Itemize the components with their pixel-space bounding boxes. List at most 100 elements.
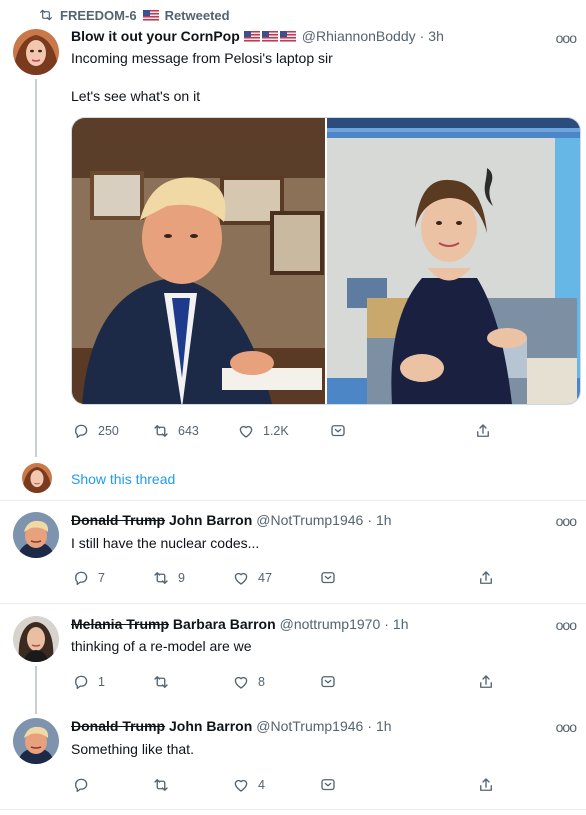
author-name[interactable]: Blow it out your CornPop (71, 28, 240, 44)
dot-separator: · (384, 616, 389, 632)
retweet-count: 643 (178, 424, 199, 438)
us-flag-icon (244, 31, 260, 42)
share-icon (477, 673, 495, 691)
bookmark-button[interactable] (319, 569, 477, 587)
retweet-icon (152, 776, 170, 794)
reply-count: 7 (98, 571, 105, 585)
reply-actions: 1 8 (72, 673, 495, 691)
reply-icon (72, 422, 90, 440)
share-icon (477, 569, 495, 587)
tweet-text-line1: Incoming message from Pelosi's laptop si… (71, 50, 333, 66)
show-thread-link[interactable]: Show this thread (71, 471, 175, 487)
heart-icon (237, 422, 255, 440)
timestamp[interactable]: 3h (428, 28, 444, 44)
retweet-icon (152, 673, 170, 691)
more-options-icon[interactable]: ooo (556, 513, 577, 529)
struck-name: Melania Trump (71, 616, 170, 632)
share-button[interactable] (477, 673, 495, 691)
us-flag-icon (143, 10, 159, 21)
like-button[interactable]: 47 (232, 569, 319, 587)
author-name[interactable]: Melania Trump Barbara Barron (71, 616, 276, 632)
retweet-icon (38, 7, 54, 23)
bookmark-icon (319, 673, 337, 691)
author-name[interactable]: Donald Trump John Barron (71, 718, 252, 734)
reply-count: 250 (98, 424, 119, 438)
more-options-icon[interactable]: ooo (556, 719, 577, 735)
tweet-text-line2: Let's see what's on it (71, 88, 201, 104)
reply-button[interactable] (72, 776, 152, 794)
author-handle[interactable]: @nottrump1970 (280, 616, 381, 632)
bookmark-button[interactable] (329, 422, 474, 440)
avatar[interactable] (13, 718, 59, 764)
struck-name: Donald Trump (71, 718, 166, 734)
thread-avatar[interactable] (22, 463, 52, 493)
us-flag-icon (262, 31, 278, 42)
retweet-context[interactable]: FREEDOM-6 Retweeted (38, 6, 230, 24)
tweet-actions: 250 643 1.2K (72, 422, 492, 440)
retweet-label: Retweeted (164, 7, 230, 23)
heart-icon (232, 673, 250, 691)
author-name[interactable]: Donald Trump John Barron (71, 512, 252, 528)
like-button[interactable]: 8 (232, 673, 319, 691)
more-options-icon[interactable]: ooo (556, 617, 577, 633)
us-flag-icon (280, 31, 296, 42)
like-count: 8 (258, 675, 265, 689)
like-count: 4 (258, 778, 265, 792)
thread-line (35, 666, 37, 714)
struck-name: Donald Trump (71, 512, 166, 528)
like-button[interactable]: 4 (232, 776, 319, 794)
avatar[interactable] (13, 616, 59, 662)
dot-separator: · (419, 28, 425, 44)
reply-text: thinking of a re-model are we (71, 638, 252, 654)
bookmark-icon (319, 569, 337, 587)
reply-actions: 4 (72, 776, 495, 794)
divider (0, 809, 586, 810)
bookmark-button[interactable] (319, 673, 477, 691)
reply-icon (72, 776, 90, 794)
retweet-count: 9 (178, 571, 185, 585)
retweet-button[interactable]: 643 (152, 422, 237, 440)
reply-icon (72, 569, 90, 587)
share-icon (477, 776, 495, 794)
display-name: John Barron (169, 512, 253, 528)
reply-header: Donald Trump John Barron @NotTrump1946 ·… (71, 718, 392, 734)
reply-text: Something like that. (71, 741, 194, 757)
author-handle[interactable]: @NotTrump1946 (256, 718, 363, 734)
share-button[interactable] (477, 776, 495, 794)
retweet-button[interactable] (152, 776, 232, 794)
like-count: 1.2K (263, 424, 289, 438)
share-button[interactable] (477, 569, 495, 587)
retweet-icon (152, 569, 170, 587)
reply-button[interactable]: 7 (72, 569, 152, 587)
bookmark-button[interactable] (319, 776, 477, 794)
reply-actions: 7 9 47 (72, 569, 495, 587)
avatar[interactable] (13, 29, 59, 75)
author-handle[interactable]: @NotTrump1946 (256, 512, 363, 528)
reply-icon (72, 673, 90, 691)
retweeter-name: FREEDOM-6 (60, 7, 137, 23)
dot-separator: · (367, 718, 372, 734)
timestamp[interactable]: 1h (376, 718, 392, 734)
more-options-icon[interactable]: ooo (556, 30, 577, 46)
retweet-button[interactable]: 9 (152, 569, 232, 587)
media-grid[interactable] (71, 117, 581, 405)
like-button[interactable]: 1.2K (237, 422, 329, 440)
display-name: Barbara Barron (172, 616, 276, 632)
heart-icon (232, 776, 250, 794)
media-photo-right[interactable] (327, 118, 580, 404)
retweet-button[interactable] (152, 673, 232, 691)
heart-icon (232, 569, 250, 587)
media-photo-left[interactable] (72, 118, 325, 404)
reply-button[interactable]: 1 (72, 673, 152, 691)
avatar[interactable] (13, 512, 59, 558)
author-handle[interactable]: @RhiannonBoddy (302, 28, 416, 44)
author-flags (244, 28, 298, 44)
share-icon (474, 422, 492, 440)
timestamp[interactable]: 1h (393, 616, 409, 632)
like-count: 47 (258, 571, 272, 585)
timestamp[interactable]: 1h (376, 512, 392, 528)
retweet-icon (152, 422, 170, 440)
share-button[interactable] (474, 422, 492, 440)
reply-button[interactable]: 250 (72, 422, 152, 440)
tweet-header: Blow it out your CornPop @RhiannonBoddy … (71, 28, 444, 44)
